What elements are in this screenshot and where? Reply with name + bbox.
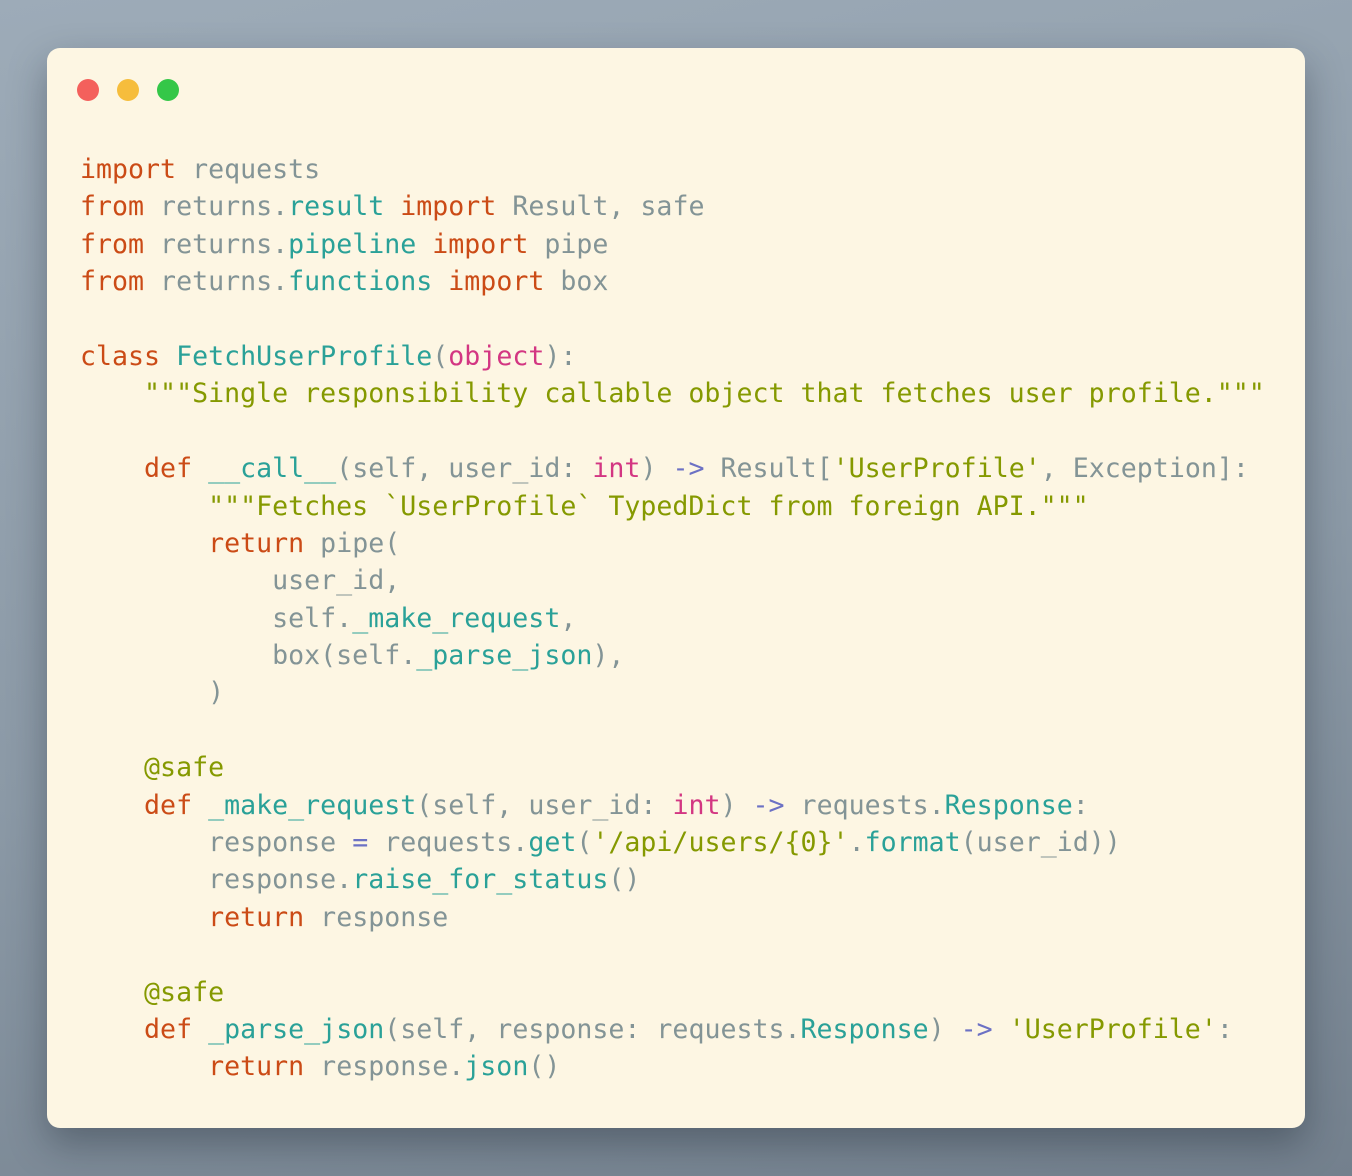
code-line: """Fetches `UserProfile` TypedDict from … xyxy=(80,490,1089,522)
code-line: from returns.functions import box xyxy=(80,266,609,298)
code-line: from returns.pipeline import pipe xyxy=(80,228,609,260)
code-line: from returns.result import Result, safe xyxy=(80,191,705,223)
code-line: ) xyxy=(80,677,225,709)
code-line: def _make_request(self, user_id: int) ->… xyxy=(144,789,1089,821)
code-line: self._make_request, xyxy=(80,602,577,634)
code-line: return response.json() xyxy=(208,1051,561,1083)
window-card: import requests from returns.result impor… xyxy=(47,48,1305,1128)
code-line: @safe xyxy=(144,976,225,1008)
code-line: box(self._parse_json), xyxy=(80,640,625,672)
code-line: response.raise_for_status() xyxy=(80,864,641,896)
code-line: @safe xyxy=(144,752,225,784)
code-block: import requests from returns.result impor… xyxy=(80,151,1305,1086)
code-line: import requests xyxy=(80,154,321,185)
titlebar xyxy=(47,48,1305,101)
minimize-button[interactable] xyxy=(117,79,139,101)
code-line: user_id, xyxy=(80,565,401,597)
maximize-button[interactable] xyxy=(157,79,179,101)
code-line: def __call__(self, user_id: int) -> Resu… xyxy=(144,453,1249,485)
code-line: return pipe( xyxy=(208,527,401,559)
close-button[interactable] xyxy=(77,79,99,101)
code-line: return response xyxy=(208,901,449,933)
code-line: def _parse_json(self, response: requests… xyxy=(144,1013,1233,1045)
code-line: """Single responsibility callable object… xyxy=(80,378,1265,410)
code-line: response = requests.get('/api/users/{0}'… xyxy=(80,827,1121,859)
code-line: class FetchUserProfile(object): xyxy=(80,340,577,372)
